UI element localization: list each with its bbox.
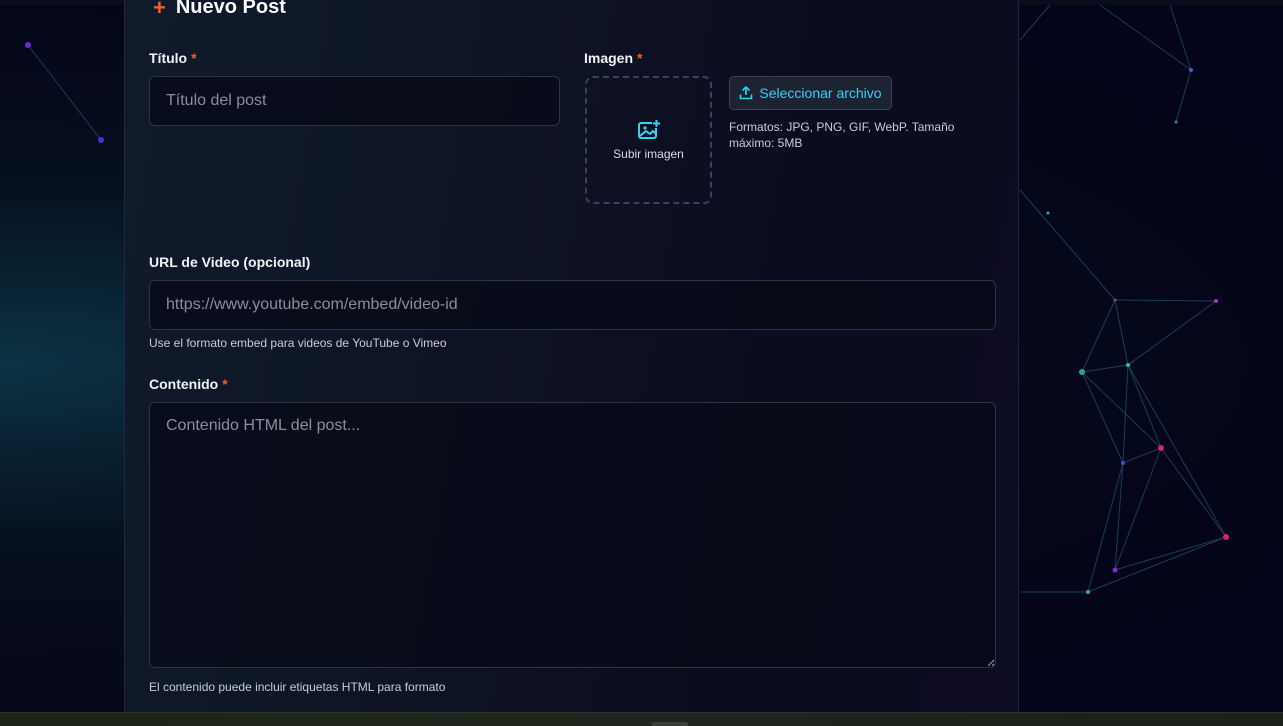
video-url-label: URL de Video (opcional) — [149, 254, 311, 270]
video-url-input[interactable] — [149, 280, 996, 330]
resize-handle[interactable] — [652, 722, 688, 726]
required-marker: * — [222, 376, 228, 392]
dropzone-label: Subir imagen — [613, 147, 684, 161]
select-file-button[interactable]: Seleccionar archivo — [729, 76, 892, 110]
title-input[interactable] — [149, 76, 560, 126]
form-heading: + Nuevo Post — [153, 0, 286, 19]
window-bottom-edge — [0, 712, 1283, 726]
image-dropzone[interactable]: Subir imagen — [585, 76, 712, 204]
upload-icon — [740, 86, 753, 100]
title-label: Título * — [149, 50, 197, 66]
required-marker: * — [191, 50, 197, 66]
plus-icon: + — [153, 0, 166, 20]
content-help: El contenido puede incluir etiquetas HTM… — [149, 680, 446, 694]
select-file-button-label: Seleccionar archivo — [759, 85, 882, 101]
new-post-form-panel: + Nuevo Post Título* Imagen* Subir image… — [124, 0, 1019, 712]
content-label: Contenido * — [149, 376, 228, 392]
form-title: Nuevo Post — [175, 0, 286, 18]
video-url-help: Use el formato embed para videos de YouT… — [149, 336, 447, 350]
image-add-icon — [637, 119, 661, 139]
page: + Nuevo Post Título* Imagen* Subir image… — [0, 0, 1283, 726]
image-formats-hint: Formatos: JPG, PNG, GIF, WebP. Tamaño má… — [729, 120, 955, 150]
image-label: Imagen * — [584, 50, 643, 66]
content-textarea[interactable] — [149, 402, 996, 668]
required-marker: * — [637, 50, 643, 66]
